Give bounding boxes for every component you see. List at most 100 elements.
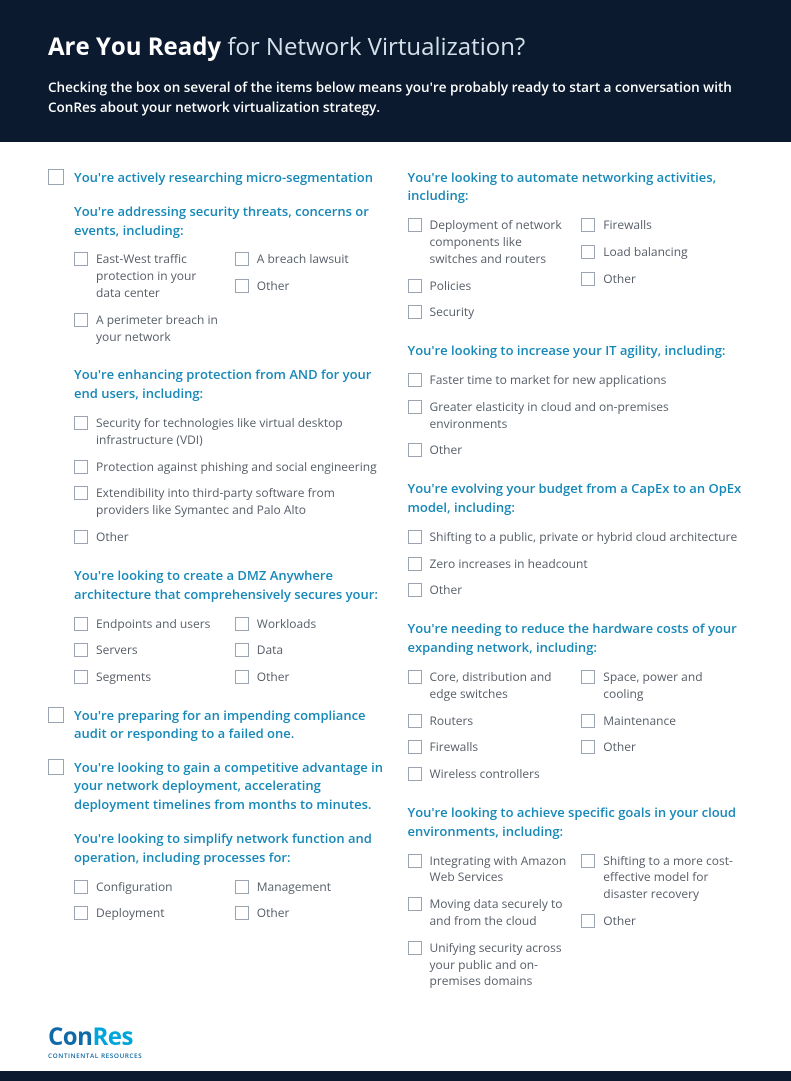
checkbox[interactable]: [74, 880, 88, 894]
checkbox[interactable]: [235, 906, 249, 920]
checkbox[interactable]: [74, 643, 88, 657]
sub-item: Core, distribution and edge switches: [408, 669, 570, 703]
checkbox[interactable]: [74, 617, 88, 631]
checkbox[interactable]: [408, 279, 422, 293]
checkbox[interactable]: [581, 914, 595, 928]
checkbox[interactable]: [48, 169, 64, 185]
checkbox[interactable]: [235, 880, 249, 894]
sub-label: Integrating with Amazon Web Services: [430, 853, 570, 887]
group-title: You're enhancing protection from AND for…: [74, 365, 384, 403]
group-title: You're looking to create a DMZ Anywhere …: [74, 566, 384, 604]
checkbox[interactable]: [408, 670, 422, 684]
sub-label: East-West traffic protection in your dat…: [96, 251, 223, 301]
sub-label: A perimeter breach in your network: [96, 312, 223, 346]
sub-label: Other: [430, 582, 463, 599]
sub-label: Moving data securely to and from the clo…: [430, 896, 570, 930]
page-header: Are You Ready for Network Virtualization…: [0, 0, 791, 142]
group-budget: You're evolving your budget from a CapEx…: [408, 479, 744, 599]
sub-label: Endpoints and users: [96, 616, 210, 633]
checkbox[interactable]: [235, 279, 249, 293]
sub-label: Load balancing: [603, 244, 687, 261]
sub-item: Shifting to a public, private or hybrid …: [408, 529, 744, 546]
checkbox[interactable]: [408, 854, 422, 868]
sub-label: Unifying security across your public and…: [430, 940, 570, 990]
checkbox[interactable]: [581, 854, 595, 868]
checkbox[interactable]: [74, 906, 88, 920]
sub-label: Security: [430, 304, 475, 321]
checkbox[interactable]: [408, 897, 422, 911]
top-label: You're looking to gain a competitive adv…: [74, 758, 384, 813]
sub-item: Security for technologies like virtual d…: [74, 415, 384, 449]
checkbox[interactable]: [235, 617, 249, 631]
sub-list: Core, distribution and edge switchesRout…: [408, 669, 744, 783]
sub-list: Faster time to market for new applicatio…: [408, 372, 744, 459]
sub-label: Maintenance: [603, 713, 676, 730]
sub-item: Shifting to a more cost-effective model …: [581, 853, 743, 903]
sub-label: Other: [603, 913, 636, 930]
sub-list: Shifting to a public, private or hybrid …: [408, 529, 744, 599]
sub-item: Other: [581, 271, 743, 288]
checkbox[interactable]: [74, 486, 88, 500]
checkbox[interactable]: [74, 530, 88, 544]
sub-label: Wireless controllers: [430, 766, 540, 783]
sub-label: Configuration: [96, 879, 173, 896]
sub-item: Load balancing: [581, 244, 743, 261]
group-title: You're addressing security threats, conc…: [74, 202, 384, 240]
checkbox[interactable]: [74, 670, 88, 684]
checkbox[interactable]: [408, 305, 422, 319]
sub-item: Endpoints and users: [74, 616, 223, 633]
checkbox[interactable]: [408, 218, 422, 232]
sub-item: Workloads: [235, 616, 384, 633]
checkbox[interactable]: [408, 714, 422, 728]
group-simplify: You're looking to simplify network funct…: [74, 829, 384, 922]
sub-item: Other: [74, 529, 384, 546]
sub-item: Zero increases in headcount: [408, 556, 744, 573]
sub-list: ConfigurationDeployment ManagementOther: [74, 879, 384, 923]
checkbox[interactable]: [235, 252, 249, 266]
checkbox[interactable]: [408, 443, 422, 457]
sub-label: Firewalls: [430, 739, 479, 756]
group-automate: You're looking to automate networking ac…: [408, 168, 744, 322]
checkbox[interactable]: [74, 313, 88, 327]
top-level-item: You're actively researching micro-segmen…: [48, 168, 384, 186]
group-dmz: You're looking to create a DMZ Anywhere …: [74, 566, 384, 686]
checkbox[interactable]: [74, 416, 88, 430]
sub-label: Other: [257, 669, 290, 686]
sub-item: Other: [235, 669, 384, 686]
checkbox[interactable]: [581, 245, 595, 259]
checkbox[interactable]: [235, 643, 249, 657]
sub-item: Security: [408, 304, 570, 321]
group-agility: You're looking to increase your IT agili…: [408, 341, 744, 459]
checkbox[interactable]: [408, 400, 422, 414]
sub-label: Workloads: [257, 616, 316, 633]
sub-item: A perimeter breach in your network: [74, 312, 223, 346]
checkbox[interactable]: [581, 740, 595, 754]
checkbox[interactable]: [48, 707, 64, 723]
checkbox[interactable]: [235, 670, 249, 684]
checkbox[interactable]: [408, 740, 422, 754]
checkbox[interactable]: [74, 252, 88, 266]
checkbox[interactable]: [581, 670, 595, 684]
checkbox[interactable]: [408, 583, 422, 597]
checkbox[interactable]: [581, 272, 595, 286]
sub-item: Firewalls: [581, 217, 743, 234]
logo-text: ConRes: [48, 1020, 142, 1053]
checkbox[interactable]: [408, 767, 422, 781]
top-label: You're actively researching micro-segmen…: [74, 168, 373, 186]
checkbox[interactable]: [581, 218, 595, 232]
bottom-bar: [0, 1071, 791, 1081]
sub-item: Other: [408, 442, 744, 459]
checkbox[interactable]: [408, 941, 422, 955]
checkbox[interactable]: [581, 714, 595, 728]
group-title: You're needing to reduce the hardware co…: [408, 619, 744, 657]
sub-label: Segments: [96, 669, 151, 686]
sub-item: A breach lawsuit: [235, 251, 384, 268]
sub-item: Extendibility into third-party software …: [74, 485, 384, 519]
checkbox[interactable]: [408, 530, 422, 544]
sub-label: Other: [96, 529, 129, 546]
group-end-users: You're enhancing protection from AND for…: [74, 365, 384, 545]
checkbox[interactable]: [408, 557, 422, 571]
checkbox[interactable]: [408, 373, 422, 387]
checkbox[interactable]: [74, 460, 88, 474]
checkbox[interactable]: [48, 759, 64, 775]
